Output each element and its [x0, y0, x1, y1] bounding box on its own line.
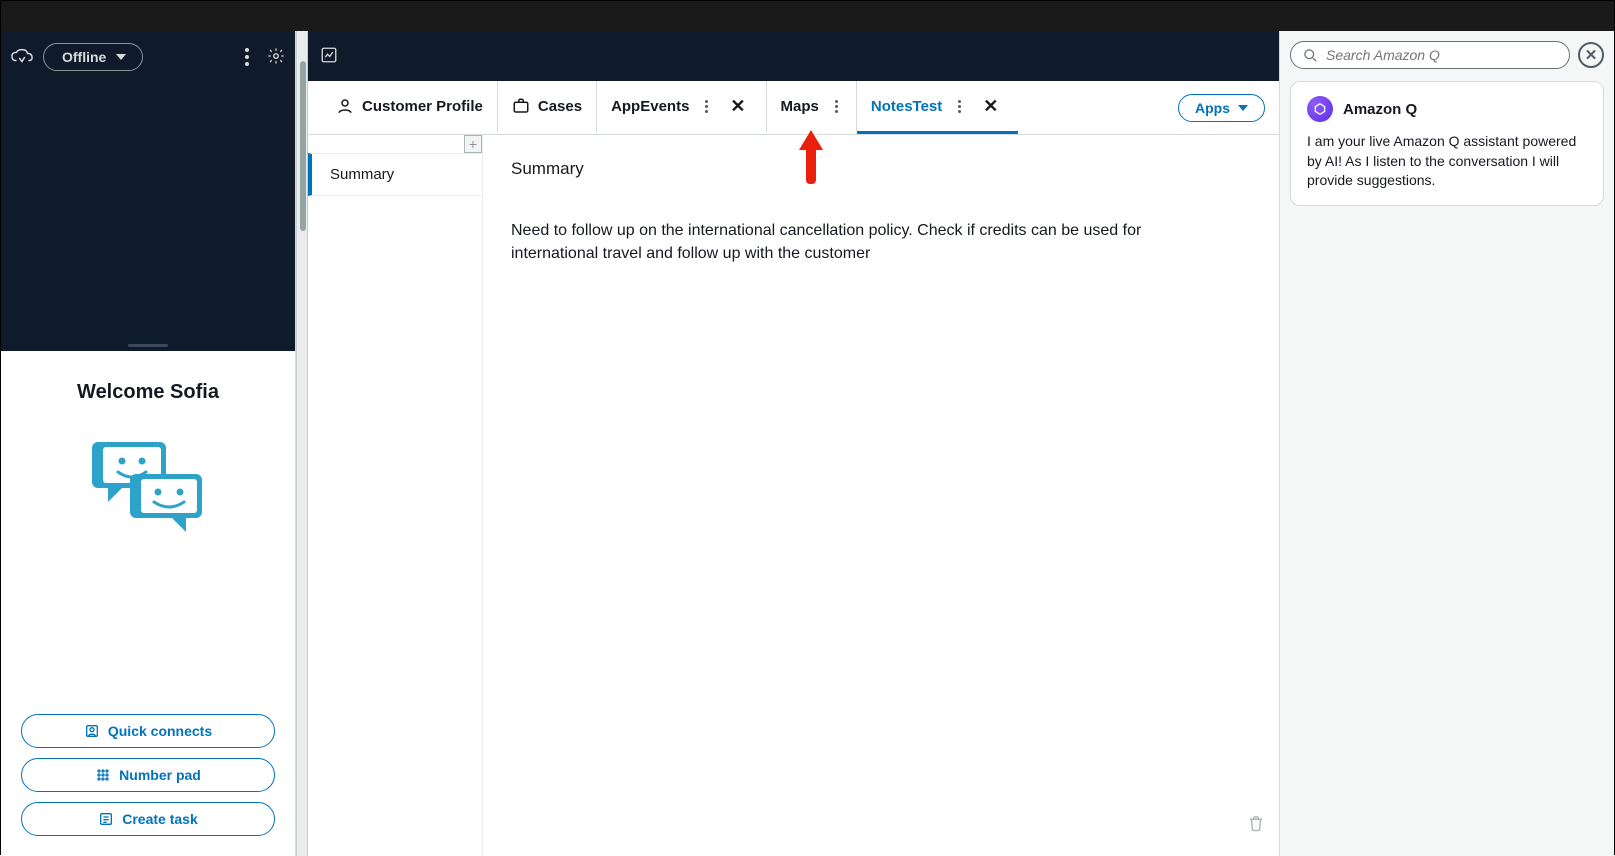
- tab-bar: Customer Profile Cases AppEvents ✕ Maps …: [308, 81, 1279, 135]
- tab-cases[interactable]: Cases: [498, 81, 597, 134]
- tab-app-events-label: AppEvents: [611, 98, 689, 115]
- chat-illustration-icon: [88, 434, 208, 547]
- amazon-q-panel: ✕ Amazon Q I am your live Amazon Q assis…: [1279, 31, 1614, 856]
- amazon-q-title: Amazon Q: [1343, 101, 1417, 118]
- notes-sidebar: + Summary: [308, 135, 483, 856]
- agent-status-dropdown[interactable]: Offline: [43, 43, 143, 71]
- tab-maps-label: Maps: [781, 98, 819, 115]
- tab-notes-test[interactable]: NotesTest ✕: [857, 81, 1019, 134]
- agent-status-area: Offline: [1, 31, 295, 351]
- notes-sidebar-item-label: Summary: [330, 166, 394, 183]
- amazon-q-search-input[interactable]: [1326, 47, 1557, 63]
- tab-customer-profile[interactable]: Customer Profile: [322, 81, 498, 134]
- search-icon: [1303, 48, 1318, 63]
- scroll-thumb[interactable]: [300, 61, 306, 231]
- close-panel-icon[interactable]: ✕: [1578, 42, 1604, 68]
- tab-app-events[interactable]: AppEvents ✕: [597, 81, 766, 134]
- create-task-label: Create task: [122, 811, 198, 827]
- notes-body: Need to follow up on the international c…: [511, 219, 1151, 265]
- agent-home: Welcome Sofia Quick connects: [1, 351, 295, 856]
- quick-connects-button[interactable]: Quick connects: [21, 714, 275, 748]
- tab-maps[interactable]: Maps: [767, 81, 857, 134]
- workspace-panel: Customer Profile Cases AppEvents ✕ Maps …: [308, 31, 1279, 856]
- tab-cases-label: Cases: [538, 98, 582, 115]
- tab-maps-menu-icon[interactable]: [831, 100, 842, 113]
- add-section-button[interactable]: +: [464, 135, 482, 153]
- amazon-q-logo-icon: [1307, 96, 1333, 122]
- app-container: Offline Welcome Sofia: [1, 31, 1614, 856]
- notes-content: Summary Need to follow up on the interna…: [483, 135, 1279, 856]
- notes-title: Summary: [511, 159, 1251, 179]
- notes-sidebar-item-summary[interactable]: Summary: [308, 153, 482, 196]
- resize-handle[interactable]: [128, 344, 168, 347]
- settings-icon[interactable]: [267, 47, 285, 68]
- number-pad-button[interactable]: Number pad: [21, 758, 275, 792]
- apps-dropdown-button[interactable]: Apps: [1178, 94, 1265, 122]
- apps-button-label: Apps: [1195, 100, 1230, 116]
- quick-connects-label: Quick connects: [108, 723, 212, 739]
- connect-logo-icon: [11, 48, 33, 66]
- tab-notes-test-menu-icon[interactable]: [954, 100, 965, 113]
- workspace-toolbar: [308, 31, 1279, 81]
- chevron-down-icon: [1238, 105, 1248, 111]
- tab-notes-test-close-icon[interactable]: ✕: [977, 96, 1004, 117]
- number-pad-label: Number pad: [119, 767, 201, 783]
- amazon-q-description: I am your live Amazon Q assistant powere…: [1307, 132, 1587, 191]
- tab-app-events-close-icon[interactable]: ✕: [724, 96, 751, 117]
- agent-status-label: Offline: [62, 49, 106, 65]
- delete-icon[interactable]: [1247, 813, 1265, 836]
- content-row: + Summary Summary Need to follow up on t…: [308, 135, 1279, 856]
- amazon-q-search[interactable]: [1290, 41, 1570, 69]
- briefcase-icon: [512, 97, 530, 115]
- panel-divider[interactable]: [296, 31, 308, 856]
- tab-customer-profile-label: Customer Profile: [362, 98, 483, 115]
- tab-app-events-menu-icon[interactable]: [701, 100, 712, 113]
- left-panel: Offline Welcome Sofia: [1, 31, 296, 856]
- more-menu-icon[interactable]: [245, 48, 249, 66]
- chevron-down-icon: [116, 54, 126, 60]
- welcome-heading: Welcome Sofia: [77, 381, 219, 404]
- amazon-q-card: Amazon Q I am your live Amazon Q assista…: [1290, 81, 1604, 206]
- window-titlebar: [1, 1, 1614, 31]
- analytics-icon[interactable]: [320, 46, 338, 67]
- user-icon: [336, 97, 354, 115]
- create-task-button[interactable]: Create task: [21, 802, 275, 836]
- tab-notes-test-label: NotesTest: [871, 98, 942, 115]
